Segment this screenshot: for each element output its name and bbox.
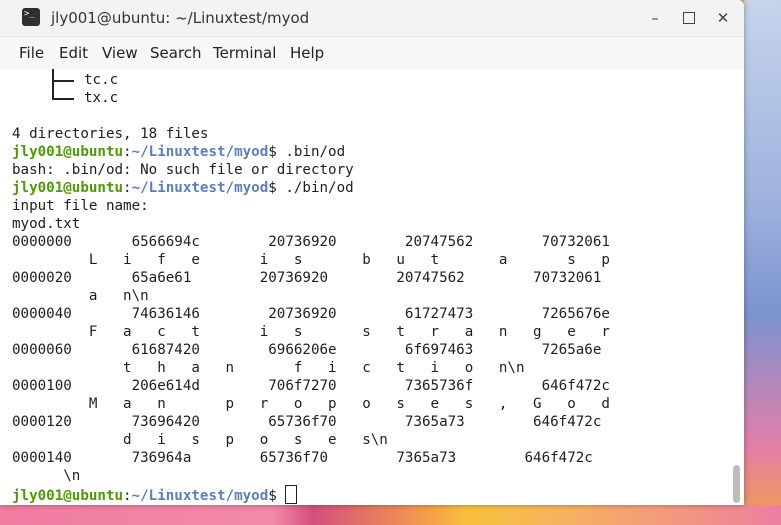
- prompt-user: jly001@ubuntu: [12, 488, 124, 504]
- tree-item: tx.c: [84, 90, 119, 106]
- prompt-sep: :: [123, 488, 132, 504]
- tree-branch-line: [52, 69, 54, 99]
- maximize-icon: [683, 12, 695, 24]
- menu-edit[interactable]: Edit: [59, 44, 88, 62]
- command-text: .bin/od: [276, 144, 346, 160]
- tree-branch-line: [52, 98, 74, 100]
- dump-line: 0000000 6566694c 20736920 20747562 70732…: [12, 234, 610, 250]
- dump-line: \n: [12, 468, 81, 484]
- terminal-window: >_ jly001@ubuntu: ~/Linuxtest/myod – ✕ F…: [0, 0, 744, 505]
- dump-line: 0000140 736964a 65736f70 7365a73 646f472…: [12, 450, 593, 466]
- dump-line: a n\n: [12, 288, 149, 304]
- tree-summary: 4 directories, 18 files: [12, 126, 209, 142]
- prompt-user: jly001@ubuntu: [12, 144, 124, 160]
- window-title: jly001@ubuntu: ~/Linuxtest/myod: [51, 9, 310, 27]
- menu-bar: File Edit View Search Terminal Help: [0, 37, 744, 70]
- title-bar[interactable]: >_ jly001@ubuntu: ~/Linuxtest/myod – ✕: [0, 0, 744, 37]
- prompt-sep: :: [123, 144, 132, 160]
- prompt-line: jly001@ubuntu:~/Linuxtest/myod$: [12, 485, 298, 505]
- text-cursor[interactable]: [285, 485, 298, 504]
- dump-line: d i s p o s e s\n: [12, 432, 388, 448]
- dump-line: 0000100 206e614d 706f7270 7365736f 646f4…: [12, 378, 610, 394]
- desktop-background-bottom: [0, 505, 781, 525]
- prompt-line: jly001@ubuntu:~/Linuxtest/myod$ ./bin/od: [12, 179, 354, 197]
- prompt-path: ~/Linuxtest/myod: [131, 144, 269, 160]
- dump-line: L i f e i s b u t a s p: [12, 252, 610, 268]
- menu-terminal[interactable]: Terminal: [213, 44, 276, 62]
- tree-item: tc.c: [84, 72, 119, 88]
- menu-search[interactable]: Search: [150, 44, 202, 62]
- tree-branch-line: [52, 80, 74, 82]
- terminal-icon: >_: [22, 8, 40, 26]
- output-line: myod.txt: [12, 216, 81, 232]
- dump-line: M a n p r o p o s e s , G o d: [12, 396, 610, 412]
- prompt-sigil: $: [268, 488, 277, 504]
- error-line: bash: .bin/od: No such file or directory: [12, 162, 354, 178]
- command-text: ./bin/od: [276, 180, 354, 196]
- output-line: input file name:: [12, 198, 149, 214]
- minimize-button[interactable]: –: [645, 8, 665, 28]
- dump-line: t h a n f i c t i o n\n: [12, 360, 525, 376]
- dump-line: 0000020 65a6e61 20736920 20747562 707320…: [12, 270, 602, 286]
- scrollbar-thumb[interactable]: [733, 465, 740, 503]
- maximize-button[interactable]: [679, 8, 699, 28]
- prompt-sigil: $: [268, 144, 277, 160]
- prompt-sigil: $: [268, 180, 277, 196]
- terminal-output[interactable]: tc.c tx.c 4 directories, 18 files jly001…: [0, 69, 744, 505]
- prompt-path: ~/Linuxtest/myod: [131, 488, 269, 504]
- dump-line: 0000060 61687420 6966206e 6f697463 7265a…: [12, 342, 602, 358]
- dump-line: 0000120 73696420 65736f70 7365a73 646f47…: [12, 414, 602, 430]
- command-text: [277, 488, 286, 504]
- prompt-line: jly001@ubuntu:~/Linuxtest/myod$ .bin/od: [12, 143, 345, 161]
- dump-line: 0000040 74636146 20736920 61727473 72656…: [12, 306, 610, 322]
- close-button[interactable]: ✕: [713, 8, 733, 28]
- desktop-background-right: [744, 0, 781, 525]
- menu-help[interactable]: Help: [290, 44, 324, 62]
- menu-view[interactable]: View: [102, 44, 138, 62]
- dump-line: F a c t i s s t r a n g e r: [12, 324, 610, 340]
- menu-file[interactable]: File: [19, 44, 44, 62]
- prompt-sep: :: [123, 180, 132, 196]
- prompt-path: ~/Linuxtest/myod: [131, 180, 269, 196]
- prompt-user: jly001@ubuntu: [12, 180, 124, 196]
